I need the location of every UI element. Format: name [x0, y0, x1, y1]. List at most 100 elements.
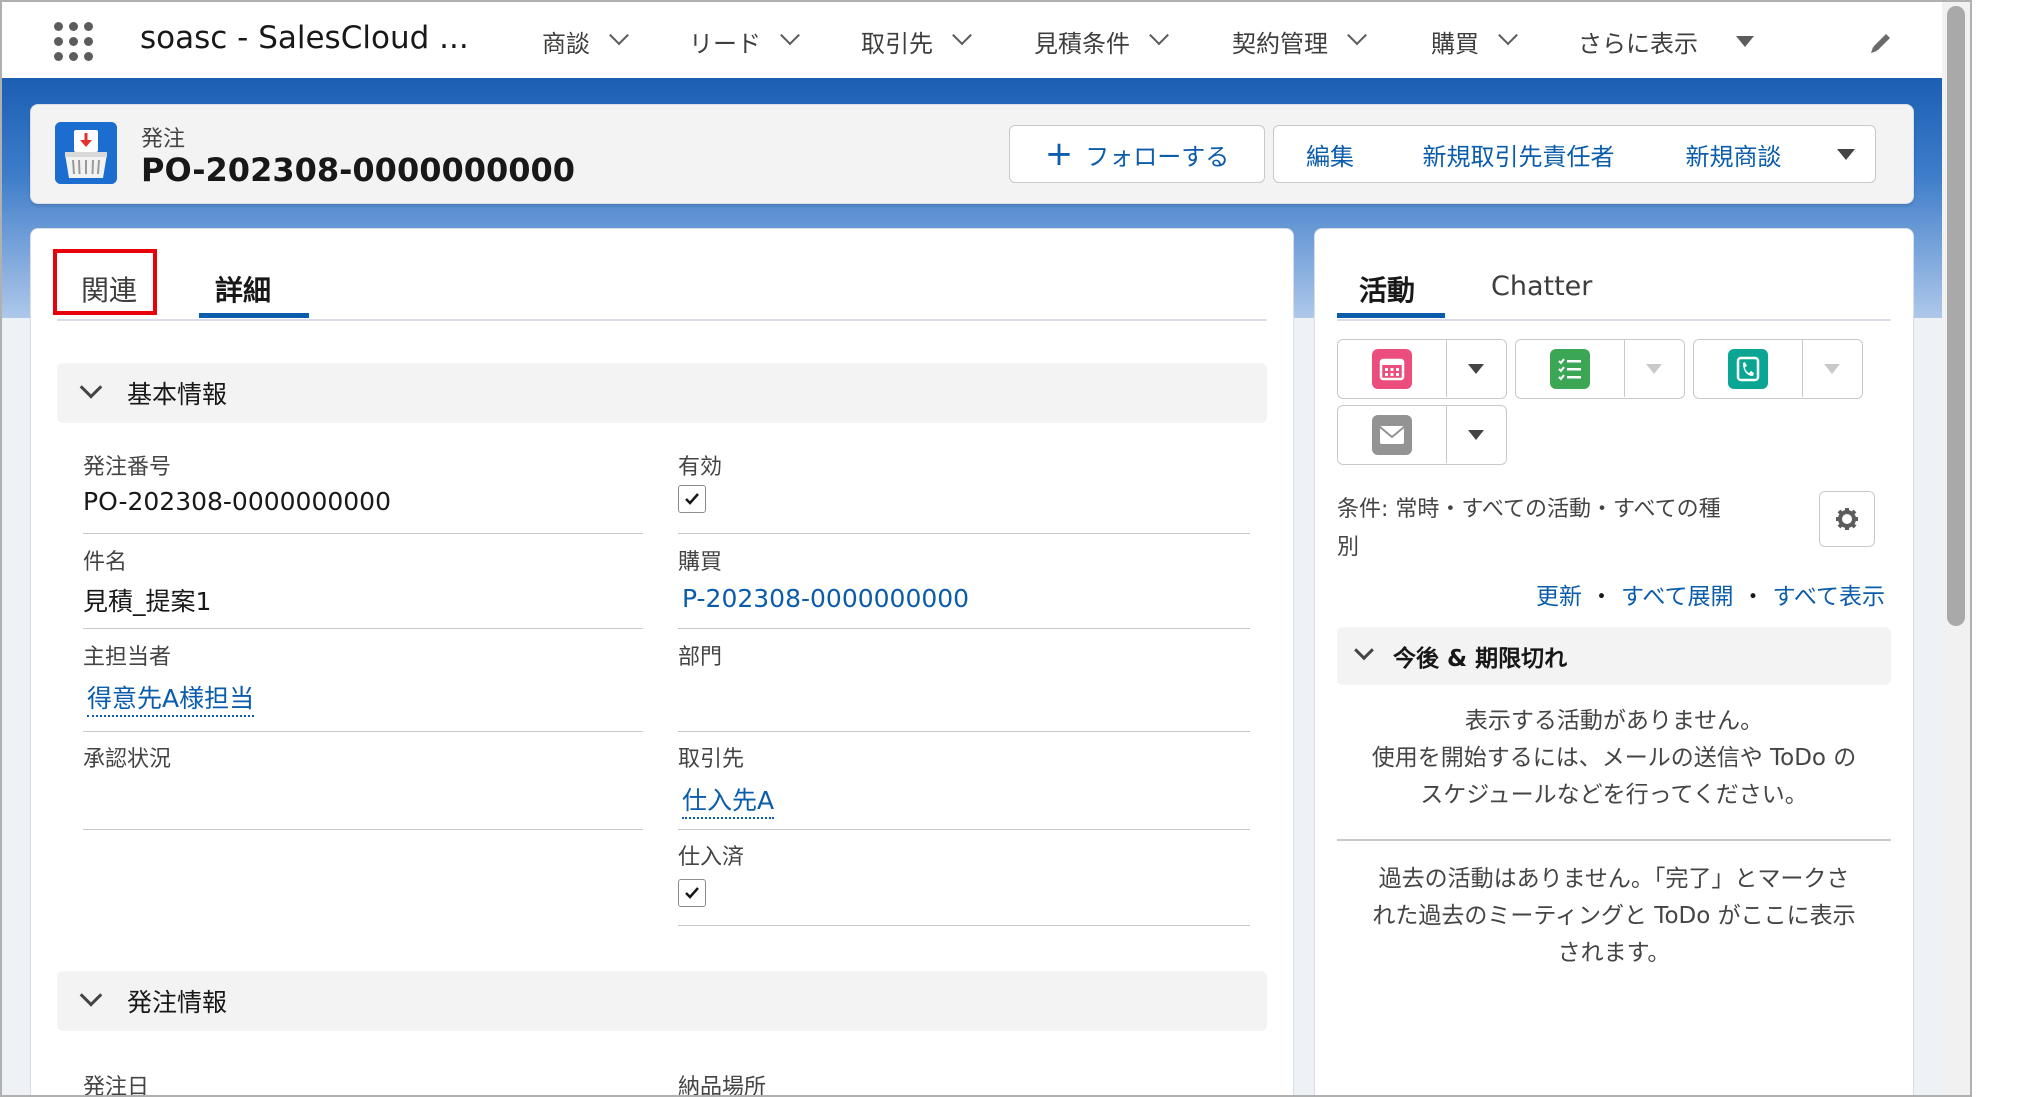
field-label: 発注日: [83, 1075, 150, 1097]
new-task-button[interactable]: [1516, 340, 1625, 397]
field-label: 発注番号: [83, 455, 172, 480]
caret-down-icon: [1824, 363, 1840, 374]
account-link[interactable]: 仕入先A: [682, 781, 775, 819]
email-options-button[interactable]: [1446, 406, 1506, 463]
chevron-down-icon[interactable]: [780, 25, 800, 46]
show-all-link[interactable]: すべて表示: [1773, 584, 1885, 610]
nav-item-accounts[interactable]: 取引先: [861, 24, 972, 58]
send-email-group: [1337, 405, 1507, 465]
chevron-down-icon[interactable]: [1498, 25, 1518, 46]
new-event-group: [1337, 339, 1507, 399]
nav-item-purchases[interactable]: 購買: [1431, 24, 1518, 58]
checkmark-icon: [685, 493, 699, 505]
checkmark-icon: [685, 887, 699, 899]
field-divider: [83, 628, 643, 629]
email-icon: [1372, 415, 1412, 455]
phone-icon: [1728, 349, 1768, 389]
no-activity-message: 表示する活動がありません。 使用を開始するには、メールの送信や ToDo の ス…: [1337, 703, 1891, 814]
tab-chatter[interactable]: Chatter: [1491, 271, 1592, 302]
activity-settings-button[interactable]: [1819, 491, 1875, 547]
browser-frame: soasc - SalesCloud ... 商談 リード 取引先 見積条件 契…: [0, 0, 1972, 1097]
chevron-down-icon: [79, 984, 103, 1007]
follow-button[interactable]: + フォローする: [1009, 125, 1265, 183]
received-checkbox: [678, 879, 706, 907]
chevron-down-icon[interactable]: [609, 25, 629, 46]
field-divider: [83, 731, 643, 732]
more-actions-button[interactable]: [1816, 125, 1876, 183]
edit-button[interactable]: 編集: [1273, 125, 1387, 183]
message-line: 表示する活動がありません。: [1464, 708, 1764, 734]
activity-panel: 活動 Chatter 条件: 常時・すべての活動・すべての種 別 更新 ・ すべ…: [1314, 228, 1914, 1095]
tab-detail[interactable]: 詳細: [215, 269, 271, 309]
chevron-down-icon[interactable]: [1347, 25, 1367, 46]
link-separator: ・: [1590, 584, 1614, 610]
message-line: 過去の活動はありません。「完了」とマークさ: [1378, 866, 1850, 892]
nav-item-leads[interactable]: リード: [689, 24, 800, 58]
filter-line: 別: [1337, 535, 1360, 560]
new-opportunity-button[interactable]: 新規商談: [1651, 125, 1817, 183]
scrollbar[interactable]: [1942, 2, 1970, 1095]
log-call-group: [1693, 339, 1863, 399]
activity-filter-text: 条件: 常時・すべての活動・すべての種 別: [1337, 491, 1807, 567]
section-order-info[interactable]: 発注情報: [57, 971, 1267, 1031]
scroll-thumb[interactable]: [1947, 6, 1965, 626]
call-options-button[interactable]: [1802, 340, 1862, 397]
expand-all-link[interactable]: すべて展開: [1621, 584, 1733, 610]
chevron-down-icon[interactable]: [952, 25, 972, 46]
app-name: soasc - SalesCloud ...: [140, 20, 469, 56]
purchase-order-icon: [55, 122, 117, 184]
caret-down-icon: [1836, 148, 1855, 160]
nav-item-contracts[interactable]: 契約管理: [1232, 24, 1367, 58]
field-label: 件名: [83, 550, 128, 575]
tab-activity[interactable]: 活動: [1359, 269, 1415, 309]
field-label: 取引先: [678, 747, 745, 772]
record-type-label: 発注: [141, 127, 186, 152]
nav-item-label: 契約管理: [1232, 29, 1328, 58]
tab-related[interactable]: 関連: [81, 269, 137, 309]
app-launcher-icon[interactable]: [54, 22, 98, 62]
nav-item-quotes[interactable]: 見積条件: [1034, 24, 1169, 58]
pencil-icon[interactable]: [1866, 28, 1896, 58]
caret-down-icon: [1736, 35, 1754, 47]
chevron-down-icon[interactable]: [1149, 25, 1169, 46]
record-title: PO-202308-0000000000: [141, 151, 576, 189]
active-tab-indicator: [1337, 313, 1445, 318]
purchase-link[interactable]: P-202308-0000000000: [682, 584, 969, 613]
field-label: 有効: [678, 455, 723, 480]
nav-more[interactable]: さらに表示: [1578, 24, 1754, 58]
divider: [1337, 839, 1891, 841]
log-call-button[interactable]: [1694, 340, 1803, 397]
nav-item-label: 取引先: [861, 29, 933, 58]
upcoming-overdue-header[interactable]: 今後 & 期限切れ: [1337, 627, 1891, 685]
new-contact-button[interactable]: 新規取引先責任者: [1386, 125, 1652, 183]
gear-icon: [1836, 508, 1858, 530]
field-label: 部門: [678, 645, 723, 670]
message-line: スケジュールなどを行ってください。: [1420, 782, 1808, 808]
caret-down-icon: [1468, 429, 1484, 440]
plus-icon: +: [1044, 134, 1074, 174]
nav-item-opportunities[interactable]: 商談: [542, 24, 629, 58]
event-options-button[interactable]: [1446, 340, 1506, 397]
record-detail-panel: 関連 詳細 基本情報 発注番号 PO-202308-0000000000 有効 …: [30, 228, 1294, 1097]
caret-down-icon: [1646, 363, 1662, 374]
section-title: 基本情報: [127, 380, 228, 409]
field-label: 主担当者: [83, 645, 172, 670]
no-past-activity-message: 過去の活動はありません。「完了」とマークさ れた過去のミーティングと ToDo …: [1337, 861, 1891, 972]
activity-links: 更新・すべて展開・すべて表示: [1536, 577, 1885, 611]
field-divider: [678, 731, 1250, 732]
send-email-button[interactable]: [1338, 406, 1447, 463]
record-tabs: 関連 詳細: [53, 247, 1267, 321]
field-divider: [83, 533, 643, 534]
task-options-button[interactable]: [1624, 340, 1684, 397]
section-basic-info[interactable]: 基本情報: [57, 363, 1267, 423]
nav-item-label: 商談: [542, 29, 590, 58]
owner-link[interactable]: 得意先A様担当: [87, 679, 255, 717]
refresh-link[interactable]: 更新: [1536, 584, 1582, 610]
new-contact-label: 新規取引先責任者: [1422, 142, 1615, 171]
field-label: 購買: [678, 550, 723, 575]
new-event-button[interactable]: [1338, 340, 1447, 397]
field-label: 納品場所: [678, 1075, 767, 1097]
field-value: 見積_提案1: [83, 587, 212, 616]
nav-item-label: 購買: [1431, 29, 1479, 58]
nav-item-label: リード: [689, 29, 761, 58]
